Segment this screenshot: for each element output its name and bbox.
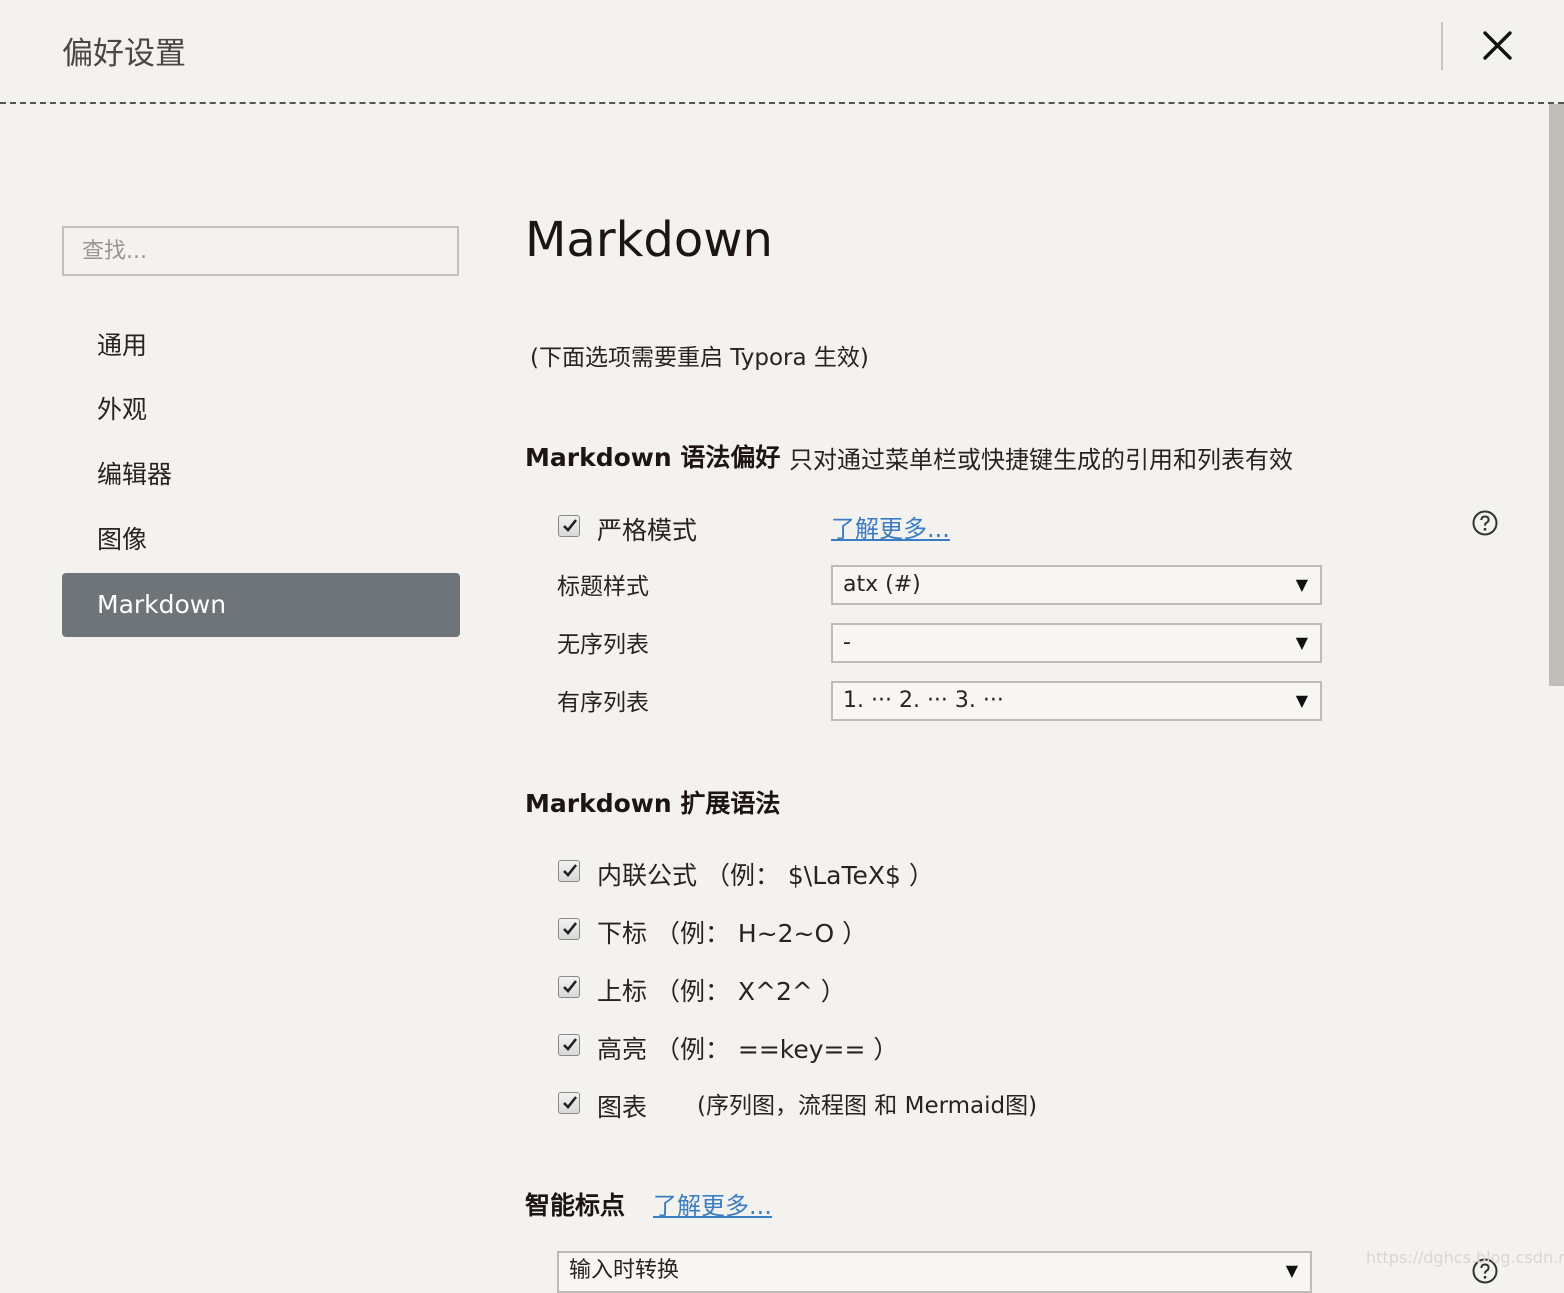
sidebar-item-editor[interactable]: 编辑器: [62, 443, 460, 507]
syntax-pref-heading: Markdown 语法偏好: [525, 443, 781, 472]
dropdown-arrow-icon: ▼: [1295, 633, 1308, 652]
restart-note: (下面选项需要重启 Typora 生效): [530, 345, 869, 371]
smart-punctuation-heading: 智能标点: [525, 1191, 626, 1220]
unordered-list-label: 无序列表: [557, 632, 649, 658]
scrollbar-thumb[interactable]: [1549, 104, 1564, 686]
scrollbar[interactable]: [1549, 104, 1564, 1277]
superscript-checkbox[interactable]: [558, 976, 580, 998]
checkmark-icon: [563, 864, 578, 877]
title-bar-separator: [0, 102, 1564, 104]
smart-punctuation-select[interactable]: 输入时转换 ▼: [557, 1251, 1312, 1293]
superscript-label: 上标 （例： X^2^ ）: [597, 977, 846, 1006]
sidebar-item-general[interactable]: 通用: [62, 314, 460, 378]
ordered-list-select[interactable]: 1. ··· 2. ··· 3. ··· ▼: [831, 681, 1322, 721]
checkmark-icon: [563, 980, 578, 993]
sidebar-item-appearance[interactable]: 外观: [62, 378, 460, 442]
smart-punctuation-learn-more-link[interactable]: 了解更多...: [653, 1186, 772, 1221]
search-input[interactable]: [62, 226, 459, 276]
watermark: https://dghcs.blog.csdn.net: [1366, 1248, 1564, 1267]
help-icon[interactable]: [1472, 510, 1498, 536]
strict-mode-learn-more-link[interactable]: 了解更多...: [831, 509, 950, 544]
ordered-list-label: 有序列表: [557, 690, 649, 716]
close-button[interactable]: [1474, 24, 1520, 70]
strict-mode-label: 严格模式: [597, 516, 698, 545]
subscript-checkbox[interactable]: [558, 918, 580, 940]
close-icon: [1483, 31, 1512, 60]
dropdown-arrow-icon: ▼: [1295, 575, 1308, 594]
heading-style-select[interactable]: atx (#) ▼: [831, 565, 1322, 605]
smart-punctuation-value: 输入时转换: [569, 1258, 680, 1283]
diagrams-checkbox[interactable]: [558, 1092, 580, 1114]
sidebar-item-image[interactable]: 图像: [62, 508, 460, 572]
heading-style-value: atx (#): [843, 572, 921, 597]
title-bar-divider: [1441, 22, 1443, 70]
title-bar: 偏好设置: [0, 0, 1564, 103]
inline-math-checkbox[interactable]: [558, 860, 580, 882]
strict-mode-checkbox[interactable]: [558, 515, 580, 537]
checkmark-icon: [563, 519, 578, 532]
ordered-list-value: 1. ··· 2. ··· 3. ···: [843, 688, 1004, 713]
dropdown-arrow-icon: ▼: [1295, 691, 1308, 710]
sidebar-item-markdown[interactable]: Markdown: [62, 573, 460, 637]
dropdown-arrow-icon: ▼: [1285, 1261, 1298, 1280]
checkmark-icon: [563, 1038, 578, 1051]
diagrams-note: (序列图，流程图 和 Mermaid图): [697, 1093, 1038, 1119]
unordered-list-select[interactable]: - ▼: [831, 623, 1322, 663]
inline-math-label: 内联公式 （例： $\LaTeX$ ）: [597, 861, 934, 890]
page-title: Markdown: [525, 212, 773, 268]
highlight-checkbox[interactable]: [558, 1034, 580, 1056]
syntax-pref-description: 只对通过菜单栏或快捷键生成的引用和列表有效: [789, 446, 1293, 474]
checkmark-icon: [563, 1096, 578, 1109]
subscript-label: 下标 （例： H~2~O ）: [597, 919, 868, 948]
unordered-list-value: -: [843, 630, 851, 655]
diagrams-label: 图表: [597, 1093, 648, 1122]
checkmark-icon: [563, 922, 578, 935]
extended-syntax-heading: Markdown 扩展语法: [525, 789, 781, 818]
highlight-label: 高亮 （例： ==key== ）: [597, 1035, 899, 1064]
heading-style-label: 标题样式: [557, 574, 649, 600]
window-title: 偏好设置: [62, 36, 186, 72]
